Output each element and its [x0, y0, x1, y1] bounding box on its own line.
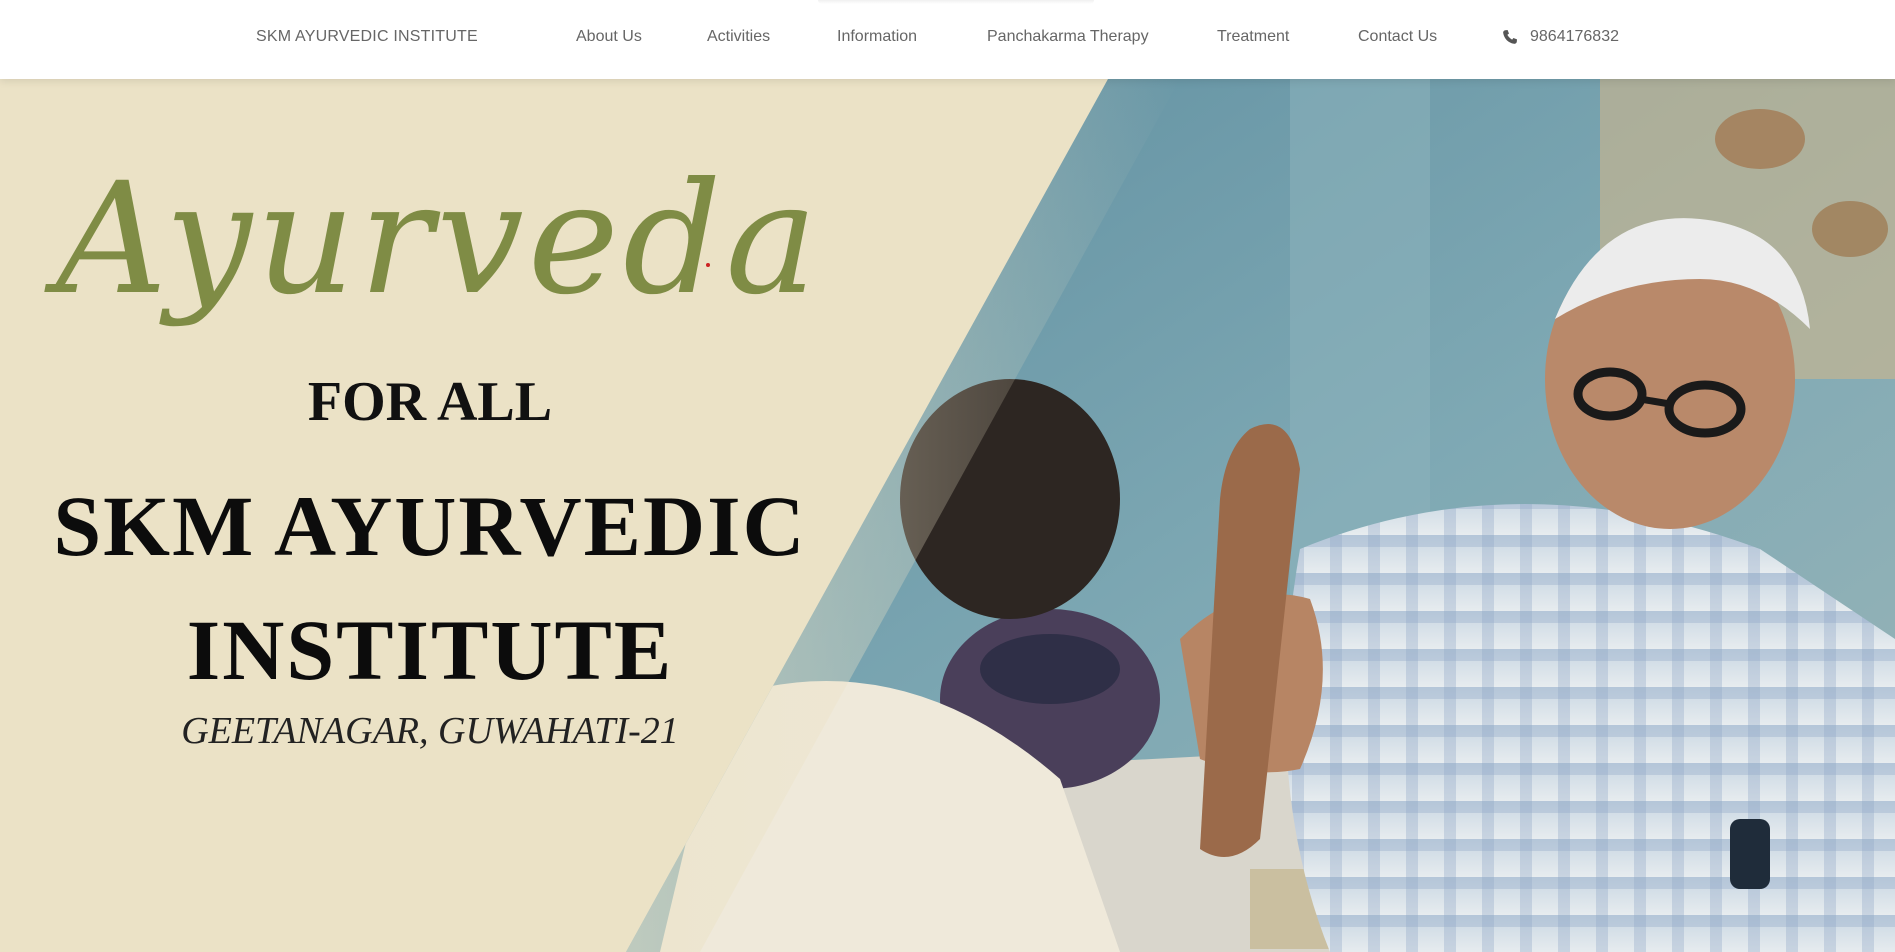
hero-banner: Ayurveda FOR ALL SKM AYURVEDIC INSTITUTE… [0, 79, 1895, 952]
red-dot-marker [706, 263, 710, 267]
active-dropdown-indicator [818, 0, 1094, 4]
nav-panchakarma-therapy[interactable]: Panchakarma Therapy [987, 28, 1149, 46]
nav-contact-us[interactable]: Contact Us [1358, 28, 1437, 46]
hero-title-line-2: INSTITUTE [186, 602, 674, 698]
phone-link[interactable]: 9864176832 [1502, 28, 1619, 46]
brand-link[interactable]: SKM AYURVEDIC INSTITUTE [256, 28, 478, 46]
top-navbar: SKM AYURVEDIC INSTITUTE About Us Activit… [0, 0, 1895, 79]
phone-icon [1503, 30, 1517, 44]
hero-location: GEETANAGAR, GUWAHATI-21 [181, 710, 679, 752]
hero-text-block: Ayurveda FOR ALL SKM AYURVEDIC INSTITUTE… [0, 79, 860, 952]
hero-script-title: Ayurveda [56, 150, 822, 329]
nav-about-us[interactable]: About Us [576, 28, 642, 46]
hero-title-line-1: SKM AYURVEDIC [53, 478, 807, 574]
nav-information[interactable]: Information [837, 28, 917, 46]
hero-for-all: FOR ALL [307, 371, 553, 433]
nav-treatment[interactable]: Treatment [1217, 28, 1289, 46]
nav-activities[interactable]: Activities [707, 28, 770, 46]
hero-institute-title: SKM AYURVEDIC INSTITUTE [0, 464, 860, 712]
phone-number: 9864176832 [1530, 28, 1619, 45]
